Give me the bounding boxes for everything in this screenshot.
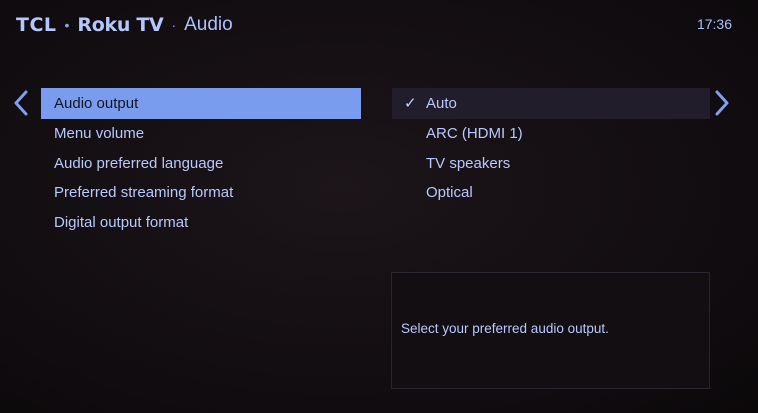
option-label: TV speakers <box>426 154 511 172</box>
audio-output-options: ✓ Auto ARC (HDMI 1) TV speakers Optical <box>392 88 710 208</box>
title-separator: · <box>171 17 177 33</box>
menu-item-label: Preferred streaming format <box>54 184 234 201</box>
clock: 17:36 <box>696 16 732 32</box>
menu-item-digital-output-format[interactable]: Digital output format <box>41 208 361 238</box>
menu-item-label: Audio preferred language <box>54 154 224 172</box>
menu-item-preferred-streaming-format[interactable]: Preferred streaming format <box>41 178 361 208</box>
option-auto[interactable]: ✓ Auto <box>392 88 710 119</box>
checkmark-icon: ✓ <box>404 95 417 112</box>
description-panel: Select your preferred audio output. <box>391 272 710 389</box>
brand-roku-logo: Roku TV <box>77 14 164 36</box>
option-label: Auto <box>426 95 457 112</box>
option-optical[interactable]: Optical <box>392 178 710 208</box>
roku-settings-screen: TCL • Roku TV · Audio 17:36 Audio output… <box>0 0 758 413</box>
option-tv-speakers[interactable]: TV speakers <box>392 149 710 179</box>
option-arc-hdmi-1[interactable]: ARC (HDMI 1) <box>392 119 710 149</box>
menu-item-label: Digital output format <box>54 213 189 231</box>
brand-tcl-logo: TCL <box>16 14 57 36</box>
menu-item-label: Menu volume <box>54 125 145 142</box>
menu-item-audio-preferred-language[interactable]: Audio preferred language <box>41 149 361 179</box>
brand-separator: • <box>64 17 70 33</box>
menu-item-audio-output[interactable]: Audio output <box>41 88 361 119</box>
header: TCL • Roku TV · Audio <box>16 12 233 38</box>
chevron-left-icon[interactable] <box>12 90 30 116</box>
settings-menu: Audio output Menu volume Audio preferred… <box>41 88 361 237</box>
option-label: ARC (HDMI 1) <box>426 125 523 142</box>
menu-item-menu-volume[interactable]: Menu volume <box>41 119 361 149</box>
menu-item-label: Audio output <box>54 95 139 112</box>
description-text: Select your preferred audio output. <box>401 321 609 336</box>
option-label: Optical <box>426 184 473 201</box>
page-title: Audio <box>184 14 233 35</box>
chevron-right-icon[interactable] <box>713 90 731 116</box>
